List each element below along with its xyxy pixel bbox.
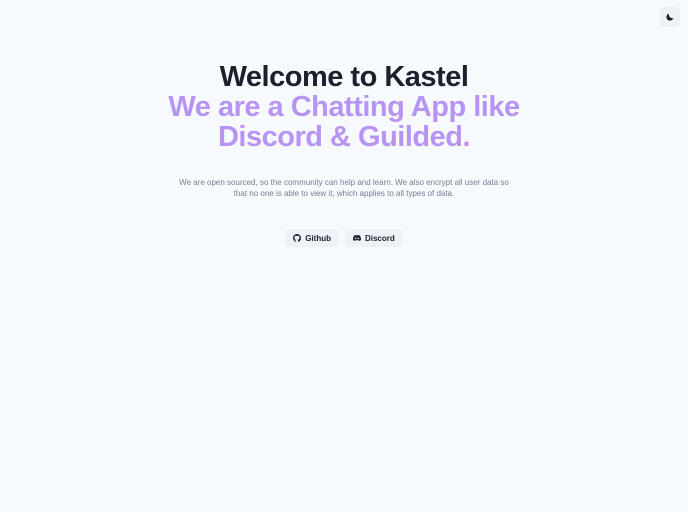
page-title: Welcome to Kastel	[219, 61, 469, 93]
github-button-label: Github	[305, 233, 331, 243]
discord-button-label: Discord	[364, 233, 395, 243]
moon-icon	[666, 13, 674, 21]
github-icon	[293, 234, 302, 242]
discord-button[interactable]: Discord	[344, 229, 403, 247]
page: Welcome to Kastel We are a Chatting App …	[0, 0, 688, 512]
theme-toggle-button[interactable]	[660, 7, 680, 27]
page-description: We are open sourced, so the community ca…	[179, 178, 509, 198]
page-subtitle: We are a Chatting App like Discord & Gui…	[168, 91, 520, 153]
github-button[interactable]: Github	[285, 229, 339, 247]
button-group: Github Discord	[0, 229, 688, 247]
discord-icon	[352, 235, 361, 241]
hero-section: Welcome to Kastel We are a Chatting App …	[0, 62, 688, 247]
